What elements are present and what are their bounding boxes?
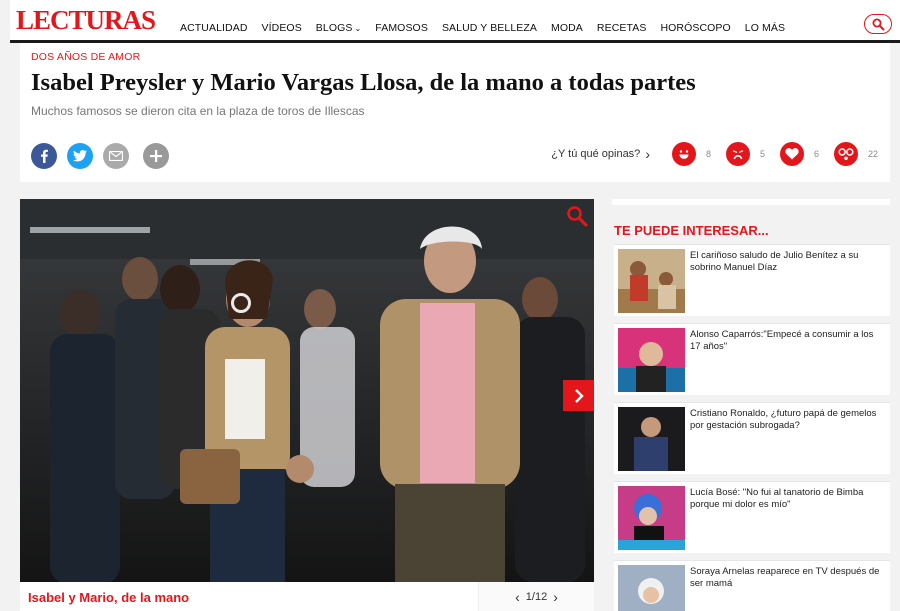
heart-icon (779, 142, 804, 166)
nav-item-videos[interactable]: VÍDEOS (262, 22, 302, 34)
related-article-title: Soraya Arnelas reaparece en TV después d… (690, 566, 880, 589)
gallery-next-button[interactable] (563, 380, 594, 411)
photo-hotspot[interactable] (231, 293, 251, 313)
chevron-left-icon[interactable]: ‹ (515, 589, 520, 605)
related-article[interactable]: Alonso Caparrós:"Empecé a consumir a los… (614, 323, 890, 395)
article-kicker[interactable]: DOS AÑOS DE AMOR (31, 51, 140, 63)
related-article-title: Alonso Caparrós:"Empecé a consumir a los… (690, 329, 874, 352)
zoom-button[interactable] (566, 205, 588, 232)
search-button[interactable] (864, 14, 892, 34)
surprised-face-icon (833, 142, 858, 166)
related-article-thumbnail (618, 328, 685, 392)
opinion-label: ¿Y tú qué opinas? (551, 148, 641, 160)
twitter-icon (73, 150, 87, 162)
nav-item-blogs[interactable]: BLOGS ⌄ (316, 22, 362, 34)
facebook-icon (41, 149, 48, 163)
chevron-right-icon (574, 388, 584, 403)
gallery-photo[interactable] (20, 199, 594, 582)
related-article[interactable]: Soraya Arnelas reaparece en TV después d… (614, 560, 890, 611)
related-article-thumbnail (618, 565, 685, 611)
reaction-sad[interactable]: 5 (725, 142, 770, 166)
reaction-surprised[interactable]: 22 (833, 142, 878, 166)
related-article-title: El cariñoso saludo de Julio Benítez a su… (690, 250, 859, 273)
chevron-right-icon: › (645, 146, 650, 162)
share-buttons (31, 143, 169, 169)
related-article[interactable]: Lucía Bosé: "No fui al tanatorio de Bimb… (614, 481, 890, 553)
related-article[interactable]: Cristiano Ronaldo, ¿futuro papá de gemel… (614, 402, 890, 474)
nav-item-famosos[interactable]: FAMOSOS (375, 22, 428, 34)
related-article-thumbnail (618, 249, 685, 313)
zoom-icon (567, 206, 588, 227)
nav-item-blogs-label: BLOGS (315, 22, 353, 34)
related-article[interactable]: El cariñoso saludo de Julio Benítez a su… (614, 244, 890, 316)
sidebar-top-strip (612, 199, 890, 205)
main-nav: ACTUALIDAD VÍDEOS BLOGS ⌄ FAMOSOS SALUD Y… (180, 22, 799, 34)
related-article-thumbnail (618, 486, 685, 550)
article-header: DOS AÑOS DE AMOR Isabel Preysler y Mario… (20, 43, 890, 182)
facebook-share-button[interactable] (31, 143, 57, 169)
nav-item-salud-y-belleza[interactable]: SALUD Y BELLEZA (442, 22, 537, 34)
nav-item-moda[interactable]: MODA (551, 22, 583, 34)
gallery-caption-bar: Isabel y Mario, de la mano ‹ 1/12 › (20, 582, 594, 611)
site-header: LECTURAS ACTUALIDAD VÍDEOS BLOGS ⌄ FAMOSO… (10, 0, 900, 43)
reaction-count: 22 (867, 149, 878, 159)
nav-item-lo-mas[interactable]: LO MÁS (745, 22, 785, 34)
sidebar-heading: TE PUEDE INTERESAR... (614, 223, 769, 238)
gallery-caption: Isabel y Mario, de la mano (28, 590, 190, 605)
search-icon (872, 18, 884, 30)
reactions-bar: ¿Y tú qué opinas? › 8 5 6 22 (551, 142, 878, 166)
related-article-title: Lucía Bosé: "No fui al tanatorio de Bimb… (690, 487, 864, 510)
sad-face-icon (725, 142, 750, 166)
email-share-button[interactable] (103, 143, 129, 169)
site-logo[interactable]: LECTURAS (16, 6, 156, 34)
article-title: Isabel Preysler y Mario Vargas Llosa, de… (31, 69, 696, 96)
laugh-face-icon (671, 142, 696, 166)
gallery-pager: ‹ 1/12 › (478, 582, 594, 611)
chevron-right-icon[interactable]: › (553, 589, 558, 605)
gallery-image (20, 199, 594, 582)
related-article-title: Cristiano Ronaldo, ¿futuro papá de gemel… (690, 408, 877, 431)
related-article-thumbnail (618, 407, 685, 471)
reaction-count: 8 (705, 149, 711, 159)
article-subtitle: Muchos famosos se dieron cita en la plaz… (31, 104, 365, 118)
nav-item-actualidad[interactable]: ACTUALIDAD (180, 22, 248, 34)
reaction-count: 5 (759, 149, 765, 159)
more-share-button[interactable] (143, 143, 169, 169)
chevron-down-icon: ⌄ (354, 24, 362, 33)
nav-item-horoscopo[interactable]: HORÓSCOPO (660, 22, 730, 34)
twitter-share-button[interactable] (67, 143, 93, 169)
gallery-page-count: 1/12 (525, 590, 548, 603)
reaction-love[interactable]: 6 (779, 142, 824, 166)
reaction-laugh[interactable]: 8 (671, 142, 716, 166)
plus-icon (150, 150, 162, 162)
reaction-count: 6 (813, 149, 819, 159)
mail-icon (109, 151, 123, 161)
nav-item-recetas[interactable]: RECETAS (597, 22, 647, 34)
